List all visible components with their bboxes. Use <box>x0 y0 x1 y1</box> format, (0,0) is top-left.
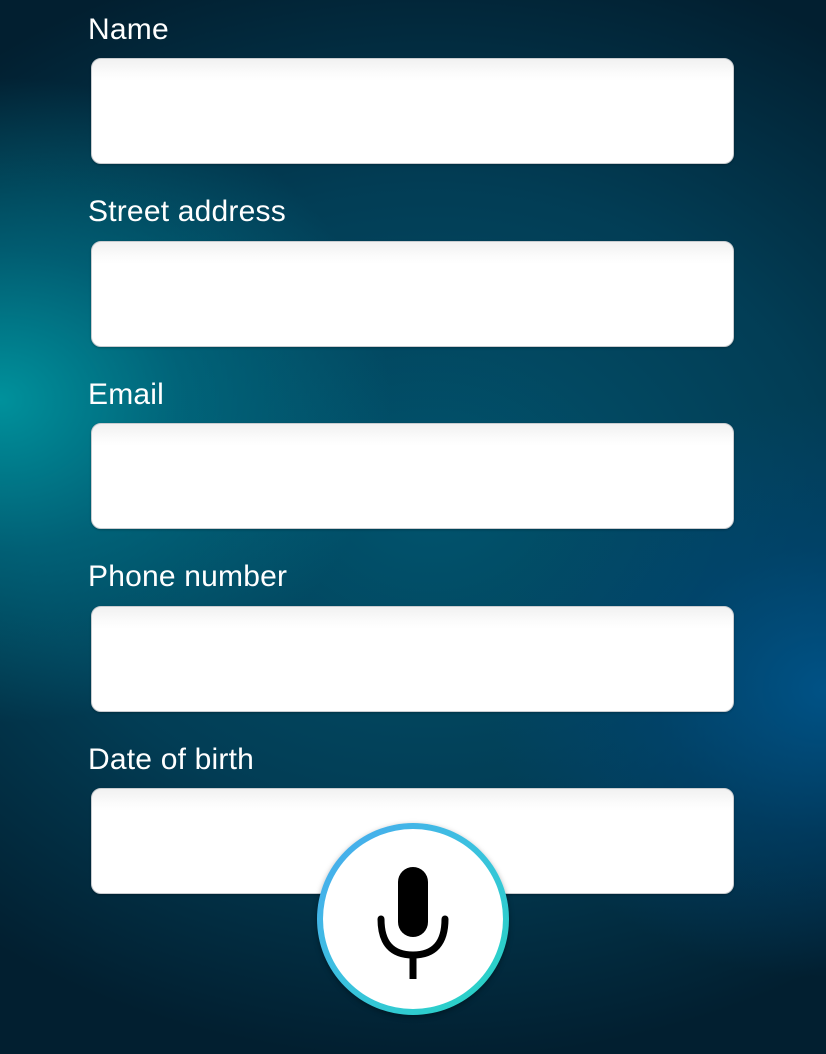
voice-input-button[interactable] <box>317 823 509 1015</box>
microphone-icon <box>377 867 449 979</box>
phone-number-input[interactable] <box>91 606 734 712</box>
street-address-input[interactable] <box>91 241 734 347</box>
email-label: Email <box>88 378 165 411</box>
name-input[interactable] <box>91 58 734 164</box>
voice-input-button-face[interactable] <box>323 829 503 1009</box>
date-of-birth-label: Date of birth <box>88 743 255 776</box>
street-address-label: Street address <box>88 195 286 228</box>
name-label: Name <box>88 13 169 46</box>
email-input[interactable] <box>91 423 734 529</box>
phone-number-label: Phone number <box>88 560 288 593</box>
